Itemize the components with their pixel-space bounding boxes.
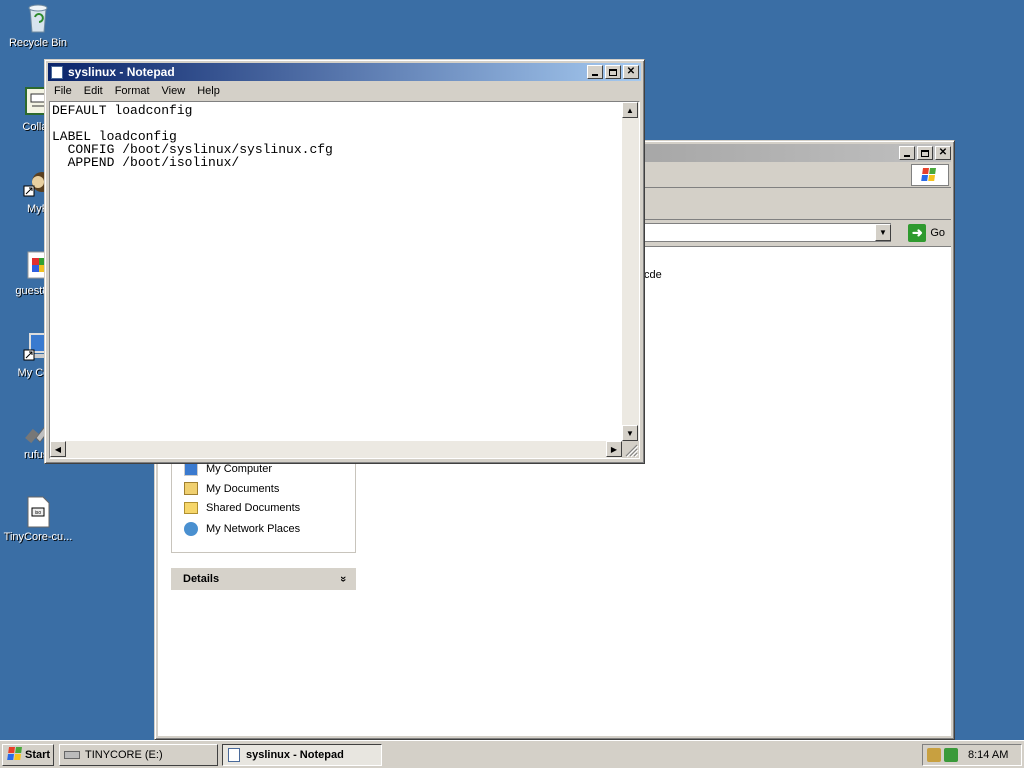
chevron-down-icon: ▼ — [879, 228, 887, 237]
notepad-maximize-button[interactable] — [605, 65, 621, 79]
taskbar-button-label: syslinux - Notepad — [246, 749, 344, 761]
file-item-label[interactable]: cde — [644, 269, 662, 281]
notepad-text-area[interactable]: DEFAULT loadconfig LABEL loadconfig CONF… — [52, 104, 621, 440]
arrow-left-icon: ◀ — [54, 444, 62, 454]
minimize-icon — [904, 155, 910, 157]
scroll-up-button[interactable]: ▲ — [622, 102, 638, 118]
notepad-close-button[interactable]: ✕ — [623, 65, 639, 79]
taskbar-button-notepad[interactable]: syslinux - Notepad — [222, 744, 382, 766]
start-label: Start — [25, 749, 51, 761]
menu-help[interactable]: Help — [191, 85, 226, 97]
other-place-my-computer[interactable]: My Computer — [184, 462, 272, 476]
tray-tools-icon[interactable] — [927, 748, 941, 762]
tray-network-icon[interactable] — [944, 748, 958, 762]
other-place-shared-documents[interactable]: Shared Documents — [184, 502, 300, 514]
notepad-editor: DEFAULT loadconfig LABEL loadconfig CONF… — [49, 101, 640, 459]
computer-icon — [184, 462, 198, 476]
arrow-down-icon: ▼ — [626, 428, 634, 438]
menu-file[interactable]: File — [48, 85, 78, 97]
other-place-label: My Computer — [206, 463, 273, 475]
notepad-app-icon — [51, 65, 63, 79]
notepad-app-icon — [228, 748, 240, 762]
menu-edit[interactable]: Edit — [78, 85, 109, 97]
other-places-panel: My Computer My Documents Shared Document… — [171, 456, 356, 553]
minimize-icon — [592, 74, 598, 76]
horizontal-scrollbar[interactable]: ◀ ▶ — [50, 441, 622, 458]
taskbar-button-label: TINYCORE (E:) — [85, 749, 163, 761]
drive-icon — [64, 751, 80, 759]
svg-text:iso: iso — [35, 510, 42, 516]
start-button[interactable]: Start — [2, 744, 54, 766]
documents-folder-icon — [184, 482, 198, 495]
maximize-icon — [921, 149, 929, 157]
iso-file-icon: iso — [22, 496, 54, 528]
taskbar: Start TINYCORE (E:) syslinux - Notepad 8… — [0, 740, 1024, 768]
taskbar-button-tinycore[interactable]: TINYCORE (E:) — [59, 744, 218, 766]
scroll-down-button[interactable]: ▼ — [622, 425, 638, 441]
notepad-titlebar[interactable]: syslinux - Notepad ✕ — [48, 63, 641, 81]
windows-flag-icon — [6, 746, 22, 764]
details-panel-header[interactable]: Details » — [171, 568, 356, 590]
details-label: Details — [183, 573, 220, 585]
notepad-minimize-button[interactable] — [587, 65, 603, 79]
scroll-right-button[interactable]: ▶ — [606, 441, 622, 457]
menu-format[interactable]: Format — [109, 85, 156, 97]
folder-icon — [184, 502, 198, 514]
explorer-minimize-button[interactable] — [899, 146, 915, 160]
desktop-icon-tinycore[interactable]: iso TinyCore-cu... — [0, 496, 76, 544]
notepad-title: syslinux - Notepad — [68, 65, 175, 79]
go-arrow-icon: ➜ — [908, 223, 927, 242]
recycle-bin-icon — [22, 2, 54, 34]
arrow-up-icon: ▲ — [626, 105, 634, 115]
clock[interactable]: 8:14 AM — [968, 749, 1008, 761]
system-tray: 8:14 AM — [922, 744, 1022, 766]
expand-chevron-icon[interactable]: » — [337, 576, 349, 582]
desktop-icon-label: TinyCore-cu... — [3, 531, 73, 543]
other-place-my-documents[interactable]: My Documents — [184, 482, 279, 495]
desktop-icon-label: Recycle Bin — [8, 37, 68, 49]
notepad-menubar: File Edit Format View Help — [48, 82, 641, 100]
close-icon: ✕ — [938, 147, 948, 158]
menu-view[interactable]: View — [156, 85, 192, 97]
network-globe-icon — [184, 522, 198, 536]
resize-grip-icon — [625, 444, 639, 458]
go-label: Go — [930, 226, 945, 239]
go-button[interactable]: ➜ Go — [908, 223, 945, 242]
maximize-icon — [609, 68, 617, 76]
desktop-icon-recycle-bin[interactable]: Recycle Bin — [0, 2, 76, 50]
explorer-maximize-button[interactable] — [917, 146, 933, 160]
notepad-window[interactable]: syslinux - Notepad ✕ File Edit Format Vi… — [44, 59, 645, 464]
scroll-left-button[interactable]: ◀ — [50, 441, 66, 457]
arrow-right-icon: ▶ — [610, 444, 618, 454]
other-place-label: My Documents — [206, 482, 280, 495]
vertical-scrollbar[interactable]: ▲ ▼ — [622, 102, 639, 441]
other-place-label: Shared Documents — [206, 502, 301, 514]
explorer-close-button[interactable]: ✕ — [935, 146, 951, 160]
windows-logo-icon — [911, 164, 949, 186]
other-place-label: My Network Places — [206, 523, 301, 535]
close-icon: ✕ — [626, 66, 636, 77]
other-place-my-network-places[interactable]: My Network Places — [184, 522, 300, 536]
address-dropdown-button[interactable]: ▼ — [875, 224, 891, 241]
resize-grip[interactable] — [622, 441, 639, 458]
